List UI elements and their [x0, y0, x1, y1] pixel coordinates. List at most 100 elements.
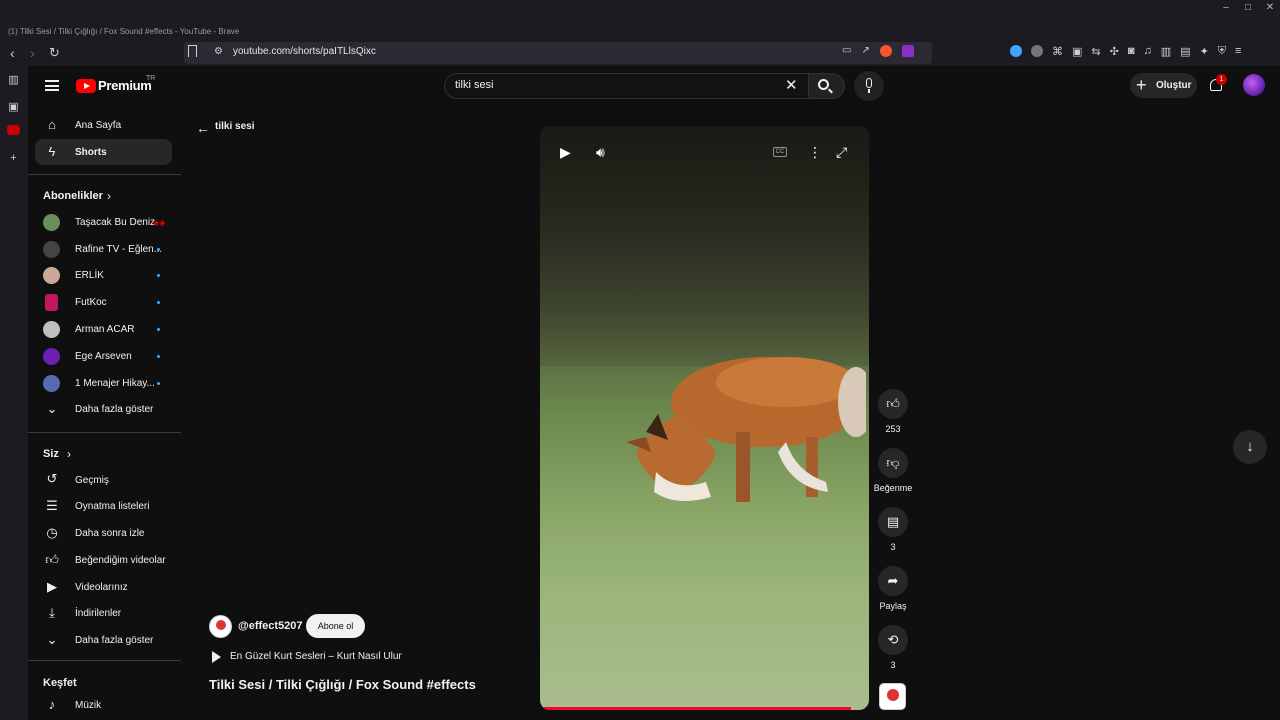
- close-window-icon[interactable]: ✕: [1264, 2, 1276, 13]
- subscription-label[interactable]: Ege Arseven: [75, 351, 132, 362]
- back-arrow-icon[interactable]: ←: [196, 120, 210, 136]
- sidebar-item-downloads[interactable]: İndirilenler: [75, 608, 121, 619]
- subscribe-button[interactable]: Abone ol: [306, 614, 365, 638]
- cast-icon[interactable]: ▭: [842, 45, 851, 57]
- window-controls: – □ ✕: [1220, 2, 1276, 13]
- chevron-right-icon[interactable]: ›: [62, 447, 76, 461]
- bookmark-icon[interactable]: [188, 45, 197, 57]
- sidebar-youtube-icon[interactable]: [7, 125, 20, 135]
- related-video-link[interactable]: En Güzel Kurt Sesleri – Kurt Nasıl Ulur: [230, 651, 402, 662]
- brave-rewards-icon[interactable]: [901, 45, 914, 57]
- show-more-subscriptions[interactable]: Daha fazla göster: [75, 404, 153, 415]
- extension-link-icon[interactable]: ⇆: [1091, 45, 1100, 58]
- sidebar-item-playlists[interactable]: Oynatma listeleri: [75, 501, 149, 512]
- sidebar-item-watch-later[interactable]: Daha sonra izle: [75, 528, 144, 539]
- subscription-label[interactable]: Taşacak Bu Deniz: [75, 217, 155, 228]
- search-input[interactable]: tilki sesi: [455, 79, 494, 91]
- wallet-icon[interactable]: ▤: [1180, 45, 1190, 58]
- subscription-label[interactable]: FutKoc: [75, 297, 107, 308]
- related-play-icon[interactable]: [212, 651, 221, 663]
- playlist-icon: ☰: [46, 498, 58, 513]
- explore-heading: Keşfet: [43, 677, 77, 689]
- chevron-down-icon[interactable]: ⌄: [45, 402, 59, 416]
- sidebar-toggle-icon[interactable]: ▥: [1161, 45, 1171, 58]
- sidebar-item-your-videos[interactable]: Videolarınız: [75, 582, 128, 593]
- sidebar-item-music[interactable]: Müzik: [75, 700, 101, 711]
- maximize-icon[interactable]: □: [1242, 2, 1254, 13]
- show-more-you[interactable]: Daha fazla göster: [75, 635, 153, 646]
- search-box[interactable]: [444, 73, 809, 99]
- share-page-icon[interactable]: ↗: [861, 45, 869, 57]
- new-content-dot: [157, 248, 160, 251]
- channel-avatar[interactable]: [209, 615, 232, 638]
- sidebar-item-liked[interactable]: Beğendiğim videolar: [75, 555, 166, 566]
- next-short-button[interactable]: ↓: [1233, 430, 1267, 464]
- captions-icon[interactable]: CC: [773, 147, 787, 157]
- screenshot-icon[interactable]: ◙: [1128, 45, 1135, 58]
- more-options-icon[interactable]: ⋮: [808, 144, 822, 161]
- reload-icon[interactable]: ↻: [49, 45, 60, 61]
- menu-icon[interactable]: [45, 80, 59, 91]
- browser-menu-icon[interactable]: ≡: [1235, 45, 1241, 58]
- browser-sidebar: ▥ ▣ +: [0, 66, 28, 720]
- search-icon[interactable]: [818, 79, 829, 90]
- like-button[interactable]: 👍︎: [878, 389, 908, 419]
- fullscreen-icon[interactable]: ⤢: [836, 144, 847, 161]
- back-nav-icon[interactable]: ‹: [10, 45, 15, 61]
- chevron-right-icon[interactable]: ›: [102, 189, 116, 203]
- like-count: 253: [885, 424, 901, 434]
- youtube-brand[interactable]: Premium: [98, 78, 152, 93]
- comment-count: 3: [890, 542, 896, 552]
- extension-blue-icon[interactable]: [1010, 45, 1022, 57]
- account-avatar[interactable]: [1243, 74, 1265, 96]
- extensions-icon[interactable]: ✣: [1110, 45, 1119, 58]
- history-icon: ↺: [46, 471, 58, 486]
- video-progress-bar[interactable]: [544, 707, 852, 710]
- remix-button[interactable]: ⟲: [878, 625, 908, 655]
- dislike-label: Beğenme: [873, 483, 913, 493]
- sidebar-item-label: Ana Sayfa: [75, 120, 122, 131]
- leo-icon[interactable]: ✦: [1200, 45, 1209, 58]
- brave-shield-icon[interactable]: [879, 45, 892, 57]
- live-icon: ◉◉: [153, 220, 166, 227]
- volume-icon[interactable]: 🔊︎: [596, 144, 605, 161]
- extension-gray-icon[interactable]: [1031, 45, 1043, 57]
- comments-button[interactable]: ▤: [878, 507, 908, 537]
- channel-avatar: [43, 321, 60, 338]
- comment-icon: ▤: [886, 514, 900, 529]
- new-content-dot: [157, 382, 160, 385]
- sidebar-reading-icon[interactable]: ▣: [7, 101, 20, 113]
- back-label[interactable]: tilki sesi: [215, 121, 254, 132]
- forward-nav-icon[interactable]: ›: [30, 45, 35, 61]
- sidebar-item-history[interactable]: Geçmiş: [75, 475, 109, 486]
- chevron-down-icon[interactable]: ⌄: [45, 633, 59, 647]
- extension-box-icon[interactable]: ▣: [1072, 45, 1082, 58]
- share-icon: ➦: [887, 573, 899, 588]
- you-heading[interactable]: Siz: [43, 448, 59, 460]
- play-icon[interactable]: ▶: [560, 144, 571, 161]
- playlist-ext-icon[interactable]: ♫: [1144, 45, 1152, 58]
- channel-thumbnail[interactable]: [879, 683, 906, 710]
- extension-tool-icon[interactable]: ⌘: [1052, 45, 1063, 58]
- clear-search-icon[interactable]: ✕: [785, 76, 798, 94]
- vpn-icon[interactable]: ⛨: [1218, 45, 1226, 58]
- subscription-label[interactable]: 1 Menajer Hikay...: [75, 378, 155, 389]
- new-content-dot: [157, 274, 160, 277]
- subscriptions-heading[interactable]: Abonelikler: [43, 190, 103, 202]
- subscription-label[interactable]: Arman ACAR: [75, 324, 134, 335]
- channel-handle[interactable]: @effect5207: [238, 620, 303, 632]
- url-text[interactable]: youtube.com/shorts/paITLlsQixc: [233, 46, 376, 57]
- youtube-logo-icon[interactable]: [76, 79, 96, 93]
- share-button[interactable]: ➦: [878, 566, 908, 596]
- shorts-video-player[interactable]: ▶ 🔊︎ CC ⋮ ⤢: [540, 126, 869, 710]
- sidebar-divider: [28, 432, 181, 433]
- subscription-label[interactable]: ERLİK: [75, 270, 104, 281]
- microphone-icon: [866, 78, 872, 88]
- minimize-icon[interactable]: –: [1220, 2, 1232, 13]
- dislike-button[interactable]: 👎︎: [878, 448, 908, 478]
- sidebar-panel-icon[interactable]: ▥: [7, 74, 20, 86]
- channel-avatar: [43, 267, 60, 284]
- subscription-label[interactable]: Rafine TV - Eğlen...: [75, 244, 162, 255]
- site-settings-icon[interactable]: ⚙: [214, 46, 223, 57]
- sidebar-add-icon[interactable]: +: [7, 152, 20, 164]
